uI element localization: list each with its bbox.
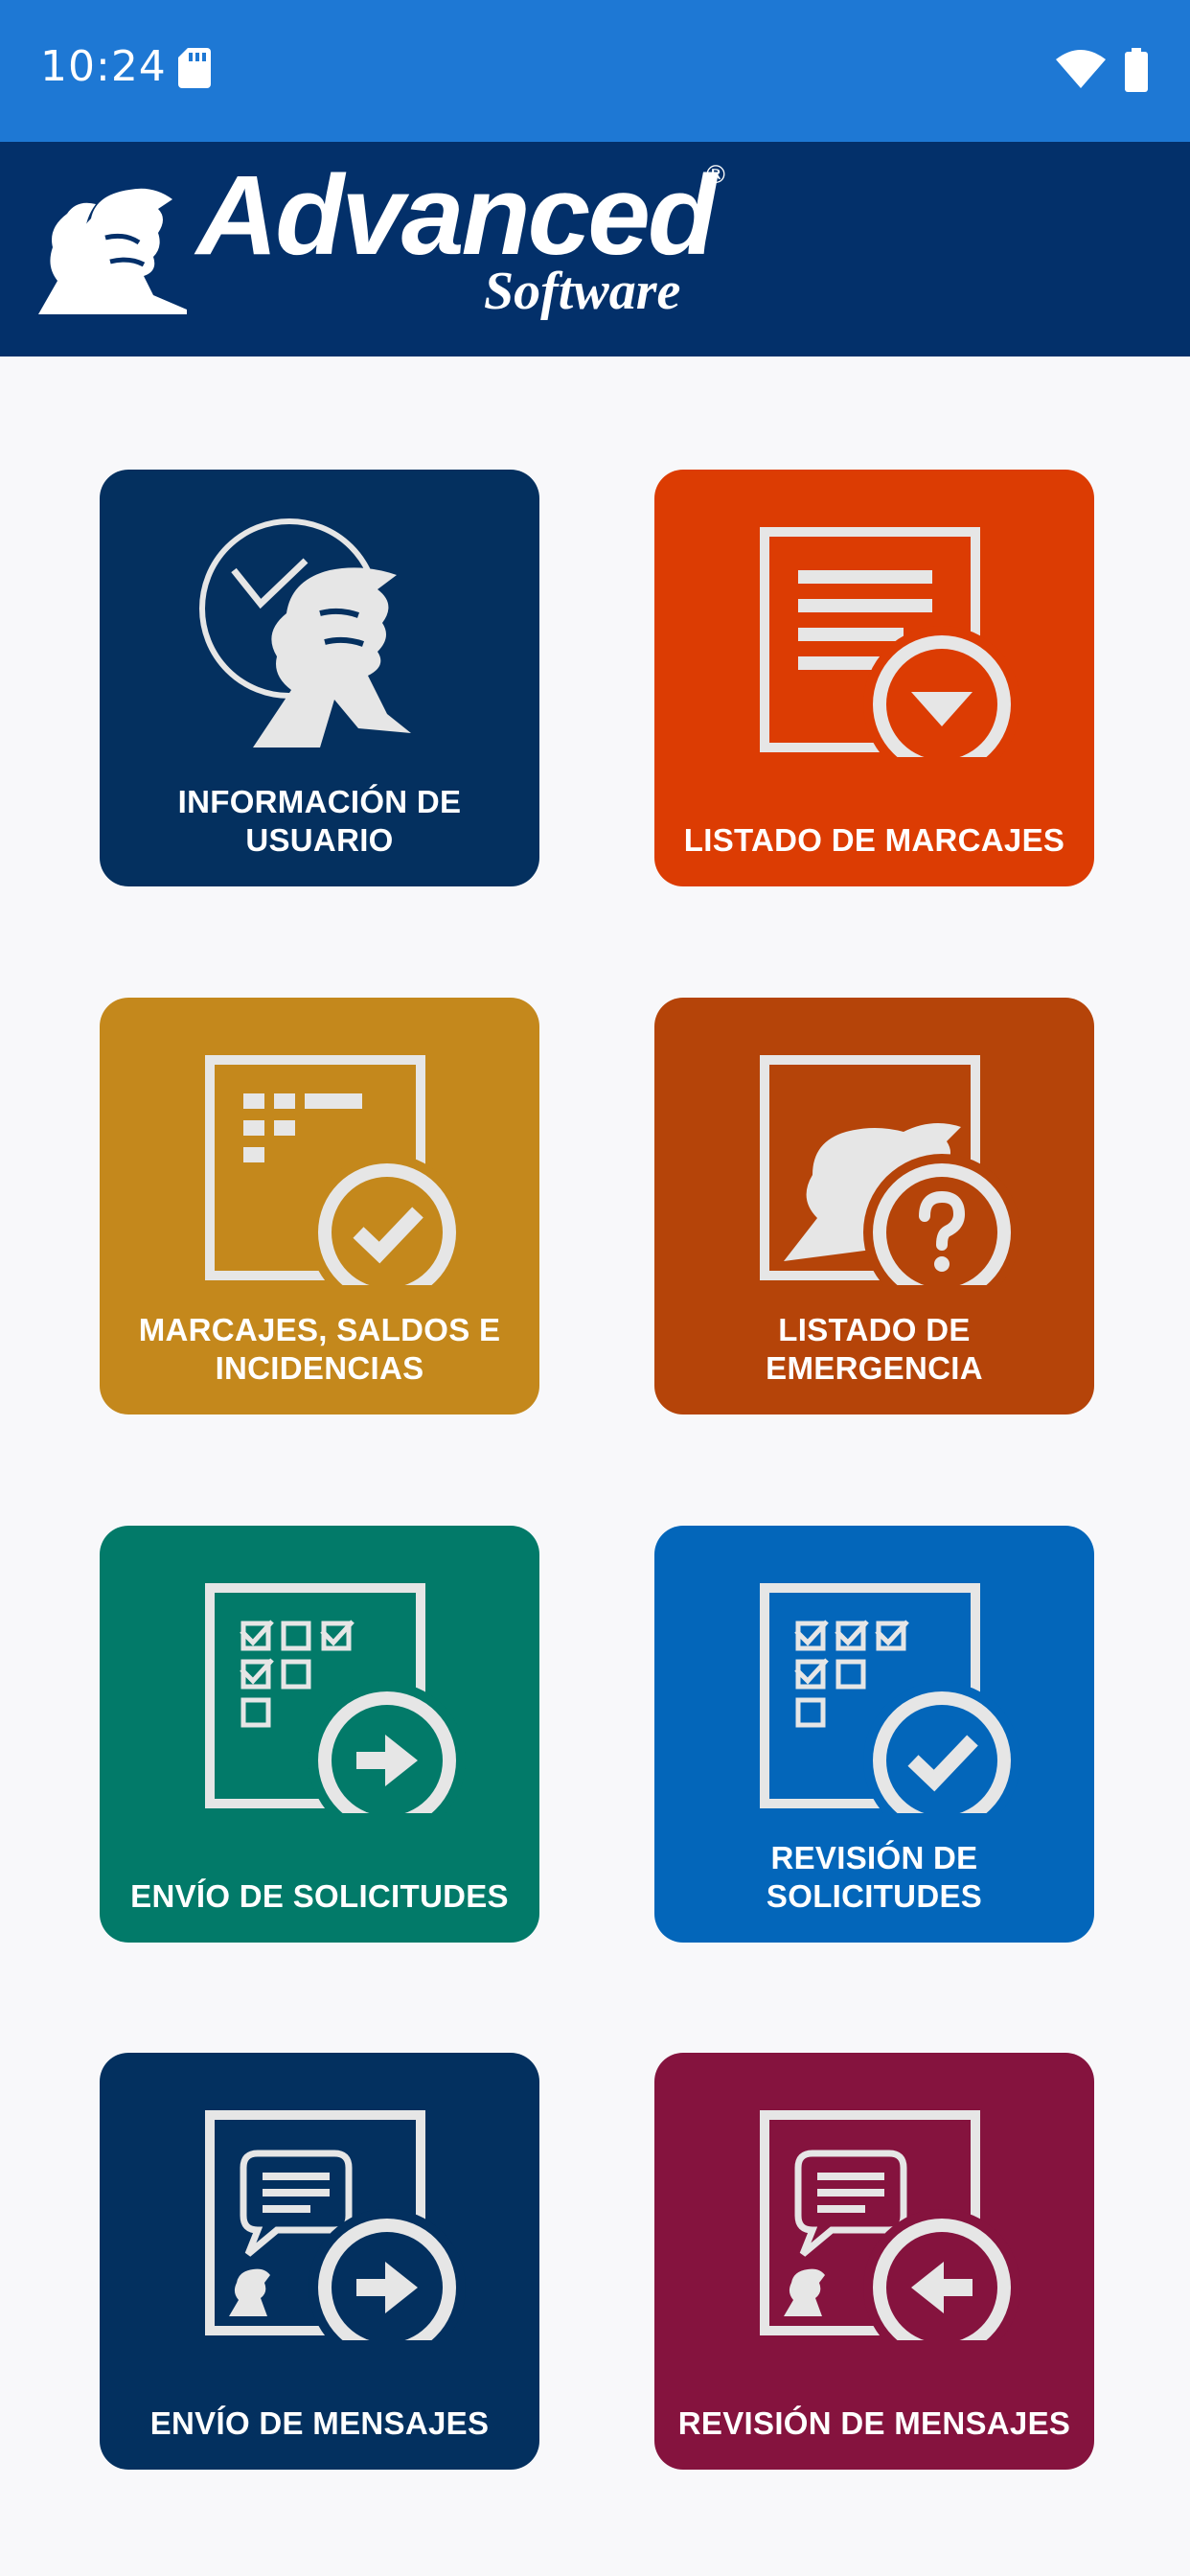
- send-requests-icon: [205, 1583, 466, 1813]
- tile-label: INFORMACIÓN DE USUARIO: [177, 784, 462, 858]
- tile-balances[interactable]: MARCAJES, SALDOS E INCIDENCIAS: [100, 998, 539, 1414]
- brand-wordmark: Advanced: [196, 152, 717, 279]
- brand-header: Advanced ® Software: [0, 142, 1190, 356]
- tile-records-list[interactable]: LISTADO DE MARCAJES: [654, 470, 1094, 886]
- status-bar: 10:24: [0, 0, 1190, 142]
- tile-label: ENVÍO DE MENSAJES: [149, 2405, 490, 2441]
- brand-subtitle: Software: [484, 262, 681, 321]
- battery-icon: [1125, 48, 1148, 92]
- balance-check-icon: [205, 1055, 466, 1285]
- emergency-list-icon: [760, 1055, 1020, 1285]
- tile-review-requests[interactable]: REVISIÓN DE SOLICITUDES: [654, 1526, 1094, 1943]
- records-list-icon: [760, 527, 1020, 757]
- send-messages-icon: [205, 2110, 466, 2340]
- review-requests-icon: [760, 1583, 1020, 1813]
- tile-label: LISTADO DE EMERGENCIA: [766, 1312, 983, 1386]
- tile-send-messages[interactable]: ENVÍO DE MENSAJES: [100, 2053, 539, 2470]
- wifi-icon: [1056, 50, 1106, 88]
- tile-review-messages[interactable]: REVISIÓN DE MENSAJES: [654, 2053, 1094, 2470]
- tile-label: MARCAJES, SALDOS E INCIDENCIAS: [138, 1312, 501, 1386]
- tile-label: REVISIÓN DE MENSAJES: [677, 2405, 1071, 2441]
- sd-card-icon: [178, 48, 211, 88]
- tile-send-requests[interactable]: ENVÍO DE SOLICITUDES: [100, 1526, 539, 1943]
- tile-user-info[interactable]: INFORMACIÓN DE USUARIO: [100, 470, 539, 886]
- review-messages-icon: [760, 2110, 1020, 2340]
- advanced-logo-icon: [38, 188, 187, 314]
- status-time: 10:24: [40, 42, 167, 91]
- tile-emergency-list[interactable]: LISTADO DE EMERGENCIA: [654, 998, 1094, 1414]
- tile-label: REVISIÓN DE SOLICITUDES: [766, 1840, 983, 1914]
- tile-label: ENVÍO DE SOLICITUDES: [130, 1878, 509, 1914]
- registered-mark: ®: [703, 161, 728, 190]
- user-info-icon: [199, 518, 411, 748]
- tile-label: LISTADO DE MARCAJES: [683, 822, 1065, 858]
